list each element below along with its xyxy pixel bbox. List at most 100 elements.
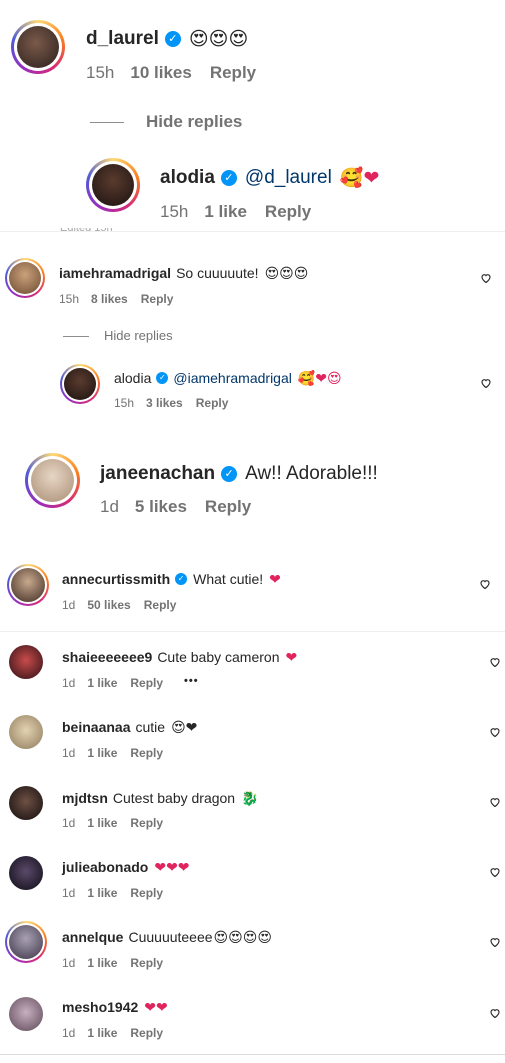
reply-button[interactable]: Reply xyxy=(265,202,311,222)
comment-likes[interactable]: 1 like xyxy=(87,676,117,690)
comment-time: 15h xyxy=(86,63,115,82)
reply-button[interactable]: Reply xyxy=(130,1026,163,1040)
comment-username[interactable]: annelque xyxy=(62,929,123,945)
comment-username[interactable]: alodia xyxy=(160,167,215,189)
comment-emojis: 😍😍😍😍 xyxy=(213,928,272,945)
hide-replies-line xyxy=(63,336,89,337)
comment-username[interactable]: d_laurel xyxy=(86,28,159,50)
verified-badge-icon: ✓ xyxy=(175,573,188,585)
comment-time: 1d xyxy=(62,886,76,900)
comment-text: Cuuuuuteeee xyxy=(128,929,213,945)
comment-emojis: ❤❤ xyxy=(144,998,168,1015)
reply-button[interactable]: Reply xyxy=(205,497,251,517)
comment-mention[interactable]: @iamehramadrigal xyxy=(173,370,291,386)
comment-likes[interactable]: 3 likes xyxy=(146,396,183,410)
comment-likes[interactable]: 1 like xyxy=(87,1026,117,1040)
comment-text: Aw!! Adorable!!! xyxy=(245,463,378,484)
avatar[interactable] xyxy=(86,158,140,212)
verified-badge-icon: ✓ xyxy=(156,372,169,384)
comment-likes[interactable]: 10 likes xyxy=(130,63,191,83)
comment-likes[interactable]: 1 like xyxy=(87,956,117,970)
divider xyxy=(0,1054,505,1055)
reply-button[interactable]: Reply xyxy=(130,816,163,830)
avatar[interactable] xyxy=(5,921,47,963)
comment-time: 1d xyxy=(100,497,119,516)
comment-username[interactable]: julieabonado xyxy=(62,859,148,875)
comment-likes[interactable]: 1 like xyxy=(87,746,117,760)
hide-replies-button[interactable]: Hide replies xyxy=(146,112,242,132)
like-heart-icon[interactable] xyxy=(480,272,492,284)
comment-username[interactable]: shaieeeeeee9 xyxy=(62,649,152,665)
divider xyxy=(0,631,505,632)
like-heart-icon[interactable] xyxy=(489,656,501,668)
comment-likes[interactable]: 1 like xyxy=(204,202,247,222)
comment-mention[interactable]: @d_laurel xyxy=(245,167,332,189)
comment-time: 1d xyxy=(62,598,76,612)
reply-button[interactable]: Reply xyxy=(130,746,163,760)
avatar[interactable] xyxy=(5,258,45,298)
avatar[interactable] xyxy=(25,453,80,508)
like-heart-icon[interactable] xyxy=(489,866,501,878)
comment-username[interactable]: iamehramadrigal xyxy=(59,265,171,281)
avatar[interactable] xyxy=(9,786,43,820)
reply-button[interactable]: Reply xyxy=(130,676,163,690)
comment-text: Cute baby cameron xyxy=(157,649,280,665)
comment-emojis: 😍😍😍 xyxy=(188,28,249,50)
reply-button[interactable]: Reply xyxy=(196,396,229,410)
avatar[interactable] xyxy=(60,364,100,404)
comment-time: 15h xyxy=(160,202,189,221)
comment-emojis: 🐉 xyxy=(241,789,259,806)
comment-emojis: ❤ xyxy=(269,570,281,587)
comment-time: 1d xyxy=(62,956,76,970)
like-heart-icon[interactable] xyxy=(489,1007,501,1019)
avatar[interactable] xyxy=(9,715,43,749)
comment-likes[interactable]: 5 likes xyxy=(135,497,187,517)
comment-username[interactable]: mjdtsn xyxy=(62,790,108,806)
comment-time: 1d xyxy=(62,746,76,760)
like-heart-icon[interactable] xyxy=(480,377,492,389)
like-heart-icon[interactable] xyxy=(489,936,501,948)
avatar[interactable] xyxy=(7,564,49,606)
verified-badge-icon: ✓ xyxy=(164,31,181,47)
comment-likes[interactable]: 50 likes xyxy=(87,598,130,612)
avatar[interactable] xyxy=(9,645,43,679)
more-options-icon[interactable]: ••• xyxy=(184,675,199,687)
comment-text: So cuuuuute! xyxy=(176,265,259,281)
like-heart-icon[interactable] xyxy=(489,726,501,738)
comment-likes[interactable]: 1 like xyxy=(87,886,117,900)
comment-text: cutie xyxy=(135,719,166,735)
comment-time: 1d xyxy=(62,1026,76,1040)
avatar[interactable] xyxy=(11,20,65,74)
like-heart-icon[interactable] xyxy=(479,578,491,590)
comment-username[interactable]: alodia xyxy=(114,370,151,386)
like-heart-icon[interactable] xyxy=(489,796,501,808)
comment-username[interactable]: mesho1942 xyxy=(62,999,138,1015)
comment-username[interactable]: beinaanaa xyxy=(62,719,130,735)
comment-time: 15h xyxy=(114,396,135,410)
reply-button[interactable]: Reply xyxy=(130,886,163,900)
reply-button[interactable]: Reply xyxy=(210,63,256,83)
hide-replies-line xyxy=(90,122,124,123)
comment-time: 1d xyxy=(62,816,76,830)
comment-emojis: 😍❤ xyxy=(171,718,198,735)
avatar[interactable] xyxy=(9,997,43,1031)
comment-time: 1d xyxy=(62,676,76,690)
comment-username[interactable]: annecurtissmith xyxy=(62,571,170,587)
avatar[interactable] xyxy=(9,856,43,890)
comment-emojis: ❤❤❤ xyxy=(154,858,190,875)
comment-username[interactable]: janeenachan xyxy=(100,463,215,485)
reply-button[interactable]: Reply xyxy=(144,598,177,612)
verified-badge-icon: ✓ xyxy=(221,466,238,482)
comment-likes[interactable]: 1 like xyxy=(87,816,117,830)
hide-replies-button[interactable]: Hide replies xyxy=(104,328,173,343)
reply-button[interactable]: Reply xyxy=(141,292,174,306)
comment-time: 15h xyxy=(59,292,80,306)
verified-badge-icon: ✓ xyxy=(220,170,237,186)
comment-emojis: 🥰❤😍 xyxy=(297,369,342,386)
comment-text: What cutie! xyxy=(193,571,264,587)
comment-emojis: ❤ xyxy=(285,648,298,665)
comment-likes[interactable]: 8 likes xyxy=(91,292,128,306)
reply-button[interactable]: Reply xyxy=(130,956,163,970)
comment-text: Cutest baby dragon xyxy=(112,790,236,806)
comment-emojis: 😍😍😍 xyxy=(264,264,309,281)
